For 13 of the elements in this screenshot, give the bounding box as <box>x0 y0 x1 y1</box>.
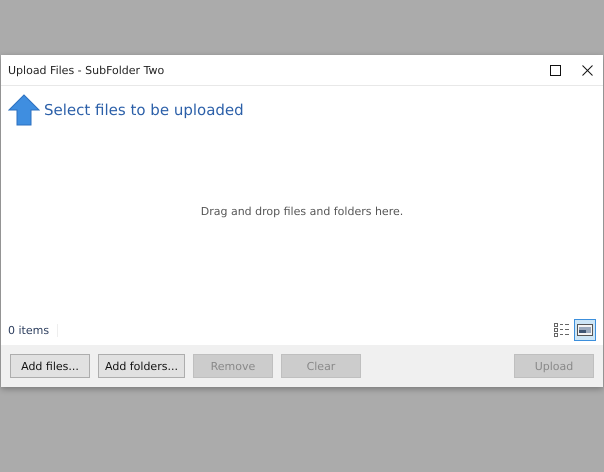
action-button[interactable]: Add folders... <box>98 354 185 378</box>
header-text: Select files to be uploaded <box>44 101 244 119</box>
drop-hint: Drag and drop files and folders here. <box>200 205 404 218</box>
picture-view-icon <box>577 324 593 336</box>
up-arrow-icon <box>8 94 40 126</box>
item-count: 0 items <box>8 324 58 336</box>
details-view-icon <box>554 323 570 337</box>
close-icon <box>582 64 592 76</box>
action-button[interactable]: Add files... <box>10 354 90 378</box>
drop-zone[interactable]: Drag and drop files and folders here. <box>8 126 596 319</box>
window-title: Upload Files - SubFolder Two <box>8 64 166 76</box>
maximize-icon <box>550 64 560 76</box>
view-button[interactable] <box>574 319 596 341</box>
